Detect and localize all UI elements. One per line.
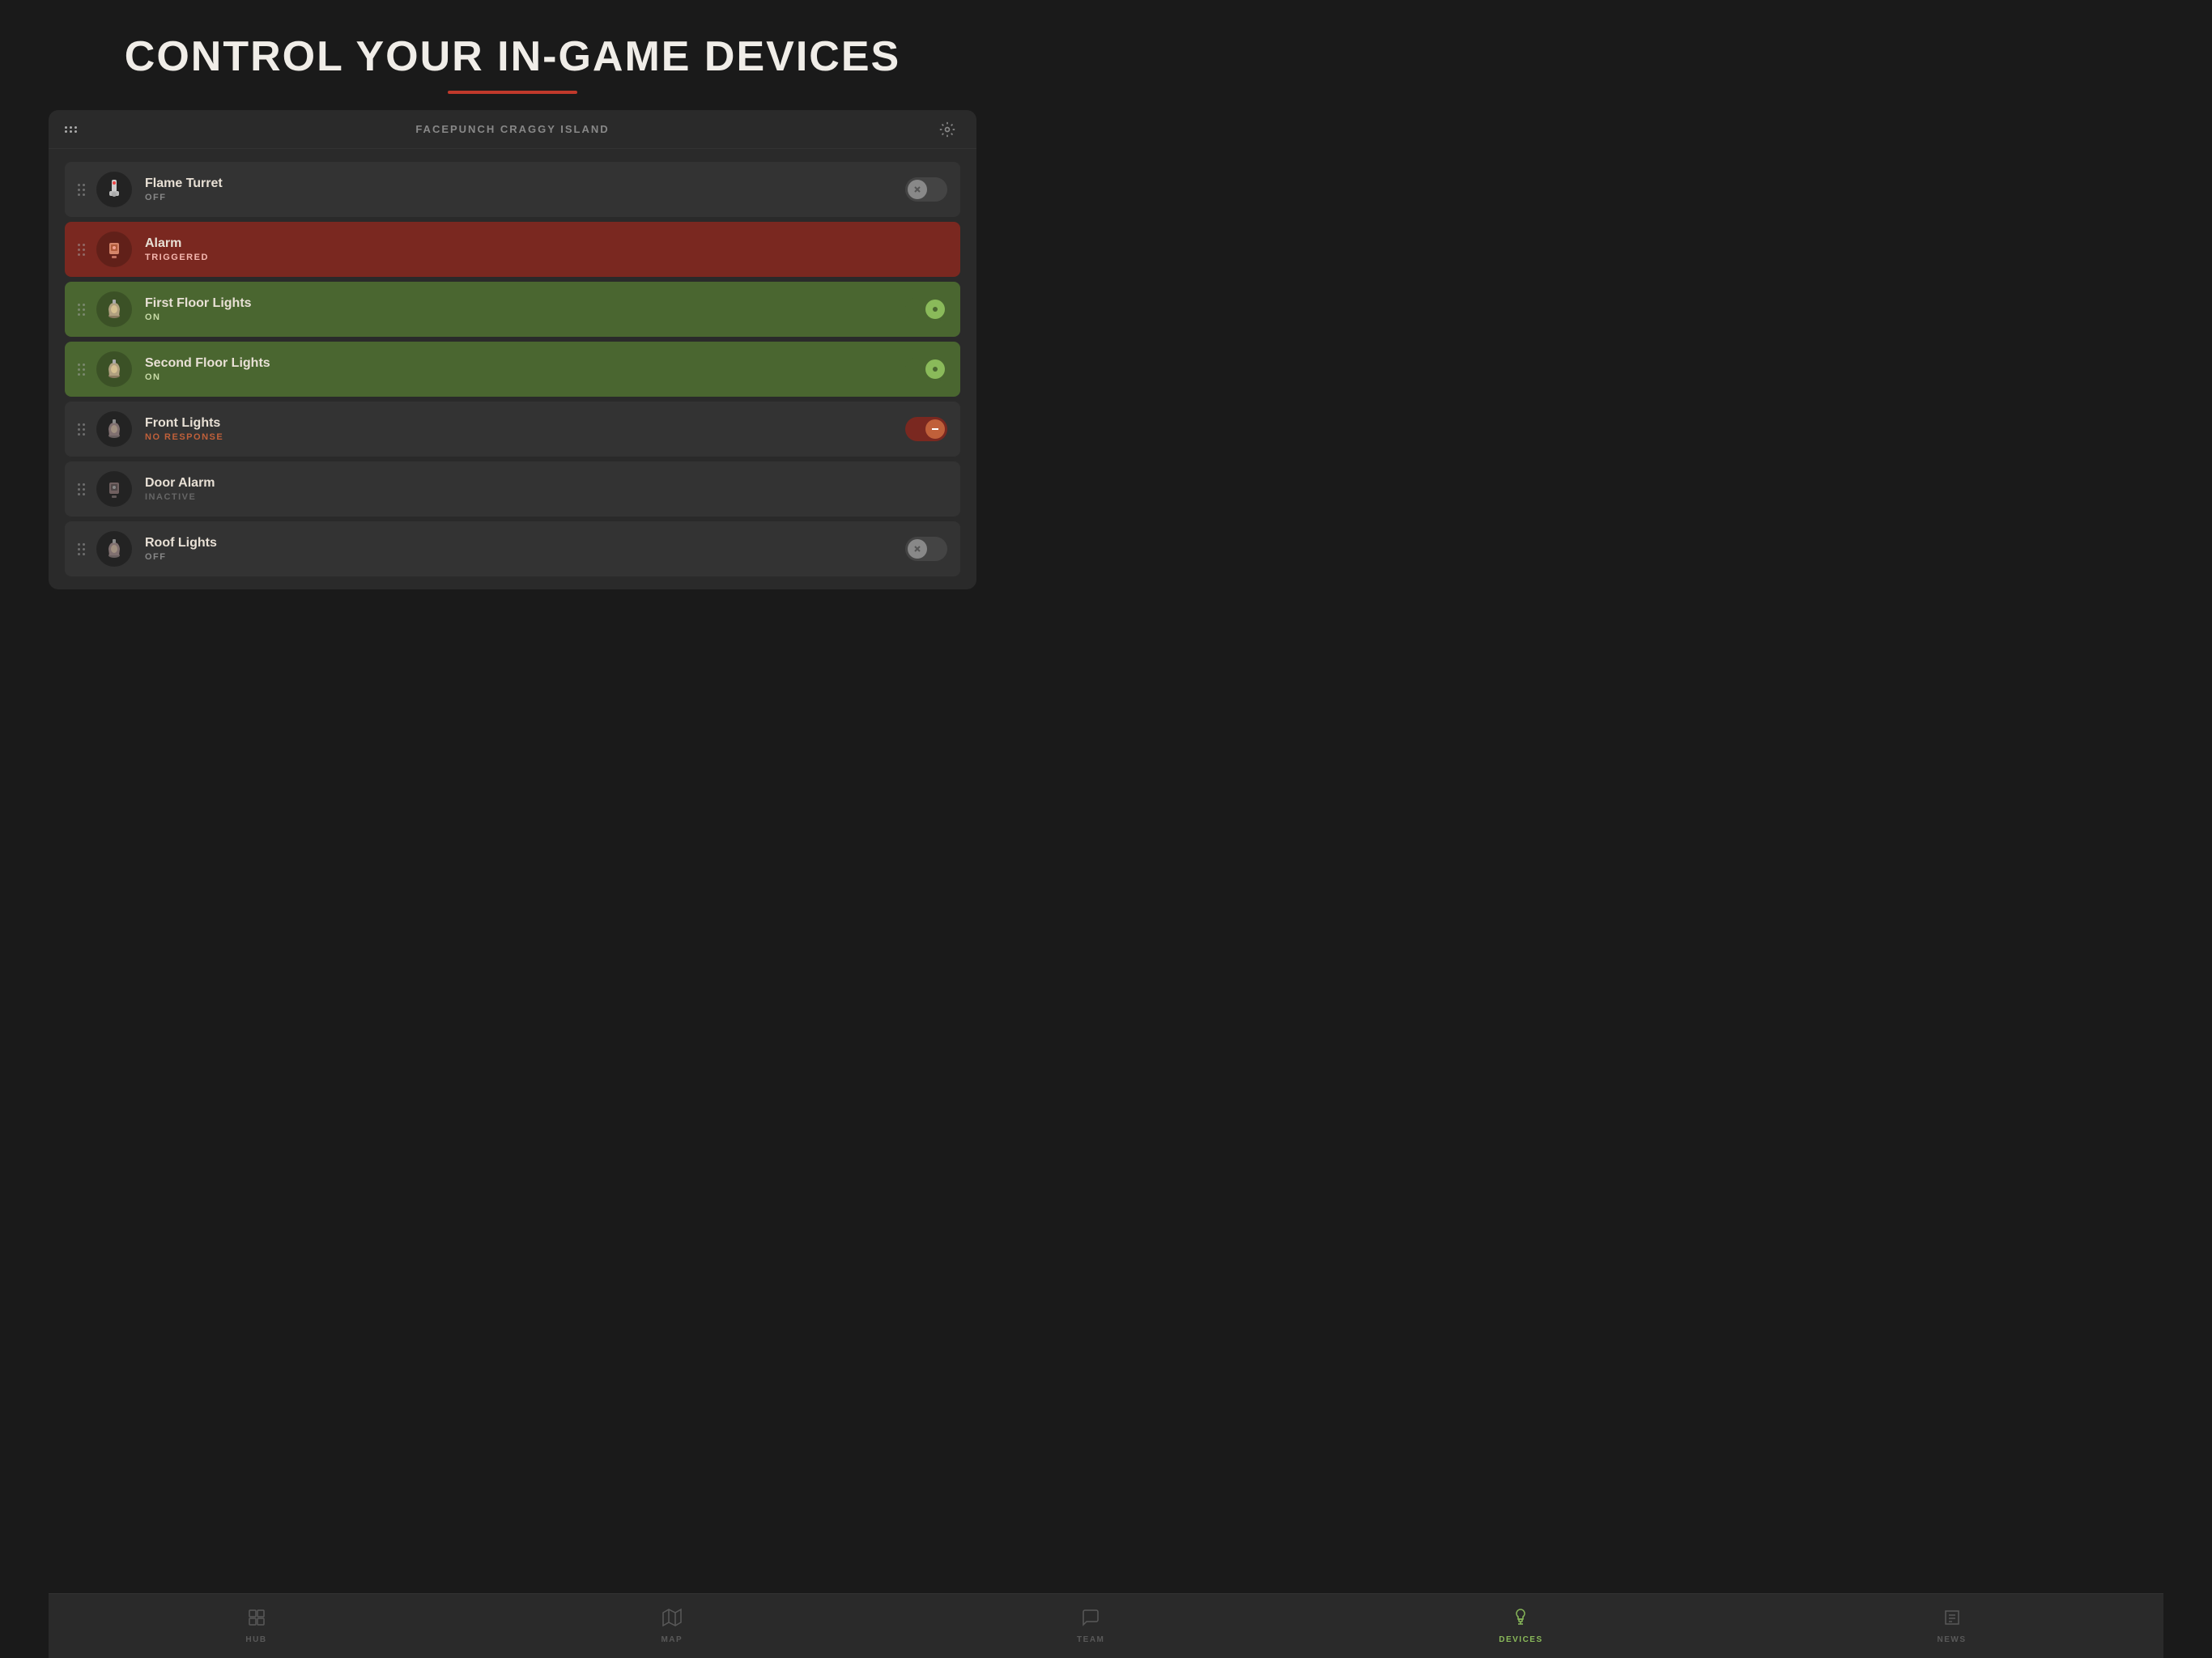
drag-handle[interactable]	[78, 304, 85, 316]
device-name: Second Floor Lights	[145, 356, 905, 371]
team-icon	[1081, 1608, 1100, 1632]
menu-icon[interactable]	[65, 126, 77, 133]
device-name: Roof Lights	[145, 536, 905, 551]
title-underline	[448, 91, 577, 94]
device-row: Roof Lights OFF	[65, 521, 960, 576]
drag-handle[interactable]	[78, 483, 85, 495]
device-icon-light	[96, 351, 132, 387]
hub-icon	[247, 1608, 266, 1632]
device-row: Flame Turret OFF	[65, 162, 960, 217]
drag-handle[interactable]	[78, 244, 85, 256]
device-icon-light	[96, 291, 132, 327]
news-icon	[1942, 1608, 1962, 1632]
drag-handle[interactable]	[78, 184, 85, 196]
device-name: Door Alarm	[145, 476, 947, 491]
device-row: Front Lights NO RESPONSE	[65, 402, 960, 457]
device-status: OFF	[145, 552, 905, 562]
device-name: Alarm	[145, 236, 947, 251]
nav-item-team[interactable]: TEAM	[1061, 1601, 1121, 1651]
settings-button[interactable]	[934, 117, 960, 142]
device-info: Roof Lights OFF	[145, 536, 905, 562]
server-name: FACEPUNCH CRAGGY ISLAND	[415, 123, 609, 135]
page-title-section: CONTROL YOUR IN-GAME DEVICES	[0, 0, 1025, 110]
device-row: Second Floor Lights ON	[65, 342, 960, 397]
drag-handle[interactable]	[78, 363, 85, 376]
device-status: NO RESPONSE	[145, 432, 905, 442]
device-row: Door Alarm INACTIVE	[65, 461, 960, 517]
drag-handle[interactable]	[78, 543, 85, 555]
device-name: Flame Turret	[145, 176, 905, 191]
toggle-button[interactable]	[905, 357, 947, 381]
nav-label-news: NEWS	[1938, 1635, 1967, 1644]
device-row: Alarm TRIGGERED	[65, 222, 960, 277]
device-row: First Floor Lights ON	[65, 282, 960, 337]
nav-label-team: TEAM	[1077, 1635, 1104, 1644]
page-title: CONTROL YOUR IN-GAME DEVICES	[0, 32, 1025, 81]
device-status: INACTIVE	[145, 492, 947, 502]
device-status: ON	[145, 372, 905, 382]
device-status: TRIGGERED	[145, 253, 947, 262]
toggle-button[interactable]	[905, 537, 947, 561]
toggle-button[interactable]	[905, 297, 947, 321]
map-icon	[662, 1608, 682, 1632]
gear-icon	[939, 121, 955, 138]
devices-icon	[1511, 1608, 1530, 1632]
device-info: Second Floor Lights ON	[145, 356, 905, 382]
device-info: Flame Turret OFF	[145, 176, 905, 202]
device-status: OFF	[145, 193, 905, 202]
device-info: First Floor Lights ON	[145, 296, 905, 322]
nav-label-hub: HUB	[245, 1635, 266, 1644]
device-icon-light	[96, 411, 132, 447]
device-info: Alarm TRIGGERED	[145, 236, 947, 262]
device-name: Front Lights	[145, 416, 905, 431]
main-container: FACEPUNCH CRAGGY ISLAND	[49, 110, 976, 589]
container-header: FACEPUNCH CRAGGY ISLAND	[49, 110, 976, 149]
nav-item-news[interactable]: NEWS	[1921, 1601, 1983, 1651]
drag-handle[interactable]	[78, 423, 85, 436]
device-name: First Floor Lights	[145, 296, 905, 311]
nav-item-devices[interactable]: DEVICES	[1482, 1601, 1559, 1651]
device-icon-alarm	[96, 232, 132, 267]
nav-item-hub[interactable]: HUB	[229, 1601, 283, 1651]
toggle-button[interactable]	[905, 417, 947, 441]
device-icon-alarm-small	[96, 471, 132, 507]
devices-list: Flame Turret OFF	[49, 149, 976, 589]
device-info: Front Lights NO RESPONSE	[145, 416, 905, 442]
device-info: Door Alarm INACTIVE	[145, 476, 947, 502]
bottom-nav: HUB MAP TEAM DEVICES	[49, 1593, 2163, 1658]
nav-label-devices: DEVICES	[1499, 1635, 1542, 1644]
toggle-button[interactable]	[905, 177, 947, 202]
device-icon-light	[96, 531, 132, 567]
nav-label-map: MAP	[661, 1635, 683, 1644]
device-status: ON	[145, 312, 905, 322]
device-icon-turret	[96, 172, 132, 207]
nav-item-map[interactable]: MAP	[644, 1601, 699, 1651]
